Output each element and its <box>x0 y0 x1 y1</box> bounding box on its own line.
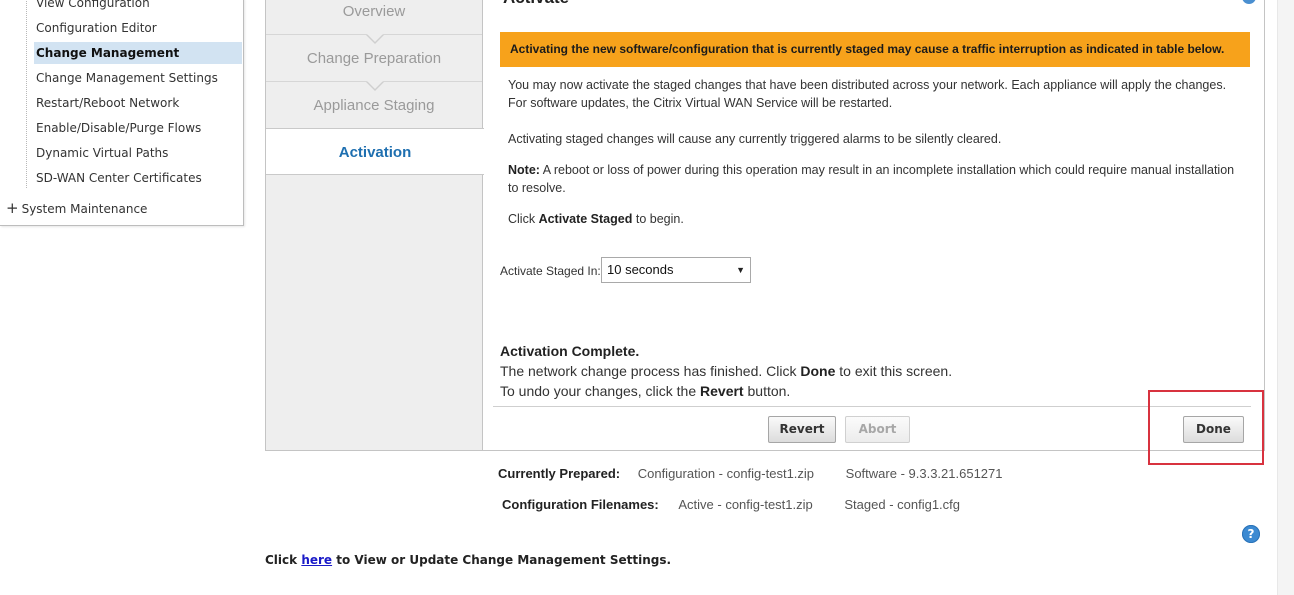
tree-connector-line <box>26 0 27 188</box>
currently-prepared-label: Currently Prepared: <box>498 466 621 481</box>
activate-delay-value: 10 seconds <box>607 262 674 277</box>
note-body: A reboot or loss of power during this op… <box>508 163 1235 195</box>
activate-delay-select[interactable]: 10 seconds ▼ <box>601 257 751 283</box>
nav-item-enable-disable-purge-flows[interactable]: Enable/Disable/Purge Flows <box>34 117 242 139</box>
expand-plus-icon[interactable]: + <box>6 199 19 217</box>
wizard-steps: Overview Change Preparation Appliance St… <box>266 0 484 450</box>
warning-banner: Activating the new software/configuratio… <box>500 32 1250 67</box>
page-scrollbar[interactable] <box>1277 0 1294 595</box>
help-icon[interactable] <box>1242 0 1256 4</box>
navigation-tree: View Configuration Configuration Editor … <box>0 0 244 226</box>
revert-line-suffix: button. <box>747 383 791 399</box>
footer-prefix: Click <box>265 553 298 567</box>
revert-button[interactable]: Revert <box>768 416 836 443</box>
step-overview[interactable]: Overview <box>266 0 482 35</box>
activation-panel: Activate Activating the new software/con… <box>493 0 1256 450</box>
nav-group-label: System Maintenance <box>21 202 148 216</box>
step-activation[interactable]: Activation <box>266 128 484 175</box>
begin-action: Activate Staged <box>538 212 633 226</box>
configuration-filenames-label: Configuration Filenames: <box>502 497 659 512</box>
nav-item-view-configuration[interactable]: View Configuration <box>34 0 242 14</box>
done-line-action: Done <box>800 363 836 379</box>
begin-instruction: Click Activate Staged to begin. <box>508 210 1238 228</box>
section-title: Activate <box>503 0 569 8</box>
prepared-configuration: Configuration - config-test1.zip <box>637 466 815 481</box>
change-management-wizard: Overview Change Preparation Appliance St… <box>265 0 1265 451</box>
configuration-filenames-row: Configuration Filenames: Active - config… <box>502 497 960 512</box>
alarms-text: Activating staged changes will cause any… <box>508 132 1002 146</box>
staged-filename: Staged - config1.cfg <box>844 497 961 512</box>
button-bar-divider <box>493 406 1251 407</box>
dropdown-caret-icon: ▼ <box>736 265 745 275</box>
nav-item-change-management-settings[interactable]: Change Management Settings <box>34 67 242 89</box>
settings-footer-note: Click here to View or Update Change Mana… <box>265 553 671 567</box>
note-text: Note: A reboot or loss of power during t… <box>508 161 1238 197</box>
activate-delay-label: Activate Staged In: <box>500 264 601 278</box>
begin-suffix: to begin. <box>635 212 684 226</box>
prepared-software: Software - 9.3.3.21.651271 <box>845 466 1003 481</box>
currently-prepared-row: Currently Prepared: Configuration - conf… <box>498 466 1003 481</box>
abort-button[interactable]: Abort <box>845 416 910 443</box>
nav-item-dynamic-virtual-paths[interactable]: Dynamic Virtual Paths <box>34 142 242 164</box>
nav-item-sd-wan-center-certificates[interactable]: SD-WAN Center Certificates <box>34 167 242 189</box>
done-button-highlight <box>1148 390 1264 465</box>
active-filename: Active - config-test1.zip <box>678 497 813 512</box>
revert-line-prefix: To undo your changes, click the <box>500 383 697 399</box>
nav-item-restart-reboot-network[interactable]: Restart/Reboot Network <box>34 92 242 114</box>
activation-complete-done-line: The network change process has finished.… <box>500 362 952 380</box>
nav-group-system-maintenance[interactable]: + System Maintenance <box>6 198 147 218</box>
footer-suffix: to View or Update Change Management Sett… <box>336 553 672 567</box>
note-label: Note: <box>508 163 540 177</box>
begin-prefix: Click <box>508 212 536 226</box>
step-change-preparation[interactable]: Change Preparation <box>266 35 482 82</box>
step-appliance-staging[interactable]: Appliance Staging <box>266 82 482 129</box>
settings-link[interactable]: here <box>301 553 332 567</box>
activation-complete-title: Activation Complete. <box>500 343 640 359</box>
help-icon[interactable]: ? <box>1242 525 1260 543</box>
activation-complete-revert-line: To undo your changes, click the Revert b… <box>500 382 790 400</box>
done-line-prefix: The network change process has finished.… <box>500 363 797 379</box>
nav-item-change-management[interactable]: Change Management <box>34 42 242 64</box>
done-line-suffix: to exit this screen. <box>839 363 953 379</box>
nav-item-configuration-editor[interactable]: Configuration Editor <box>34 17 242 39</box>
revert-line-action: Revert <box>700 383 744 399</box>
intro-text: You may now activate the staged changes … <box>508 78 1227 110</box>
